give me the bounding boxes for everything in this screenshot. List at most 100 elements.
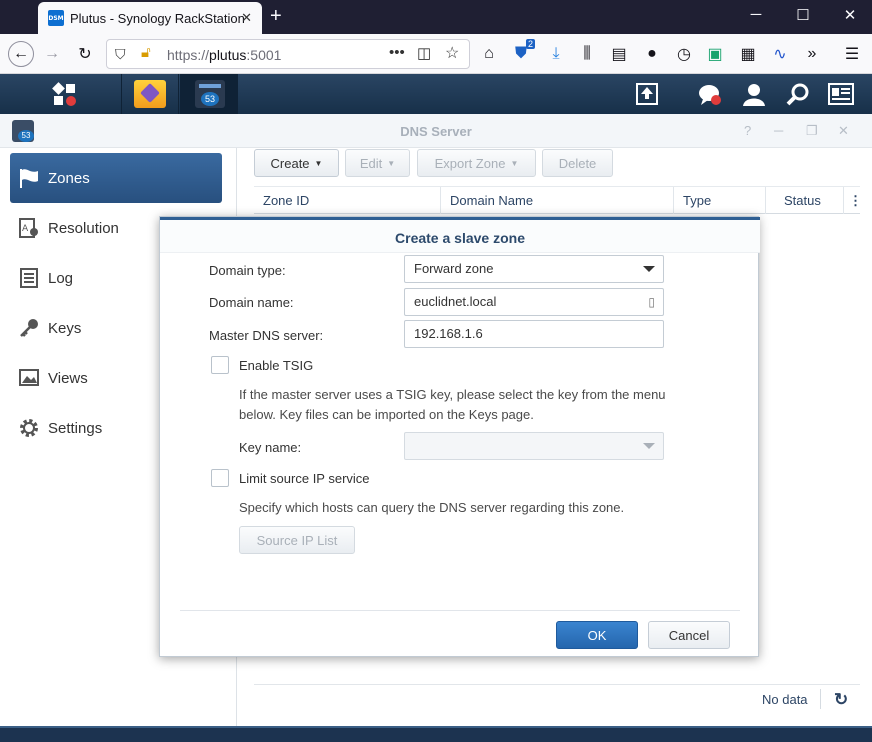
- edit-button-label: Edit: [359, 155, 383, 171]
- chat-notification-icon[interactable]: [697, 82, 723, 108]
- column-header-zone-id[interactable]: Zone ID: [254, 187, 441, 214]
- key-name-label: Key name:: [239, 440, 302, 455]
- badge-count: 2: [525, 39, 535, 49]
- domain-type-label: Domain type:: [209, 263, 286, 278]
- sidebar-item-zones[interactable]: Zones: [10, 153, 222, 203]
- monitor-extension-icon[interactable]: ∿: [768, 42, 792, 66]
- dialog-footer-divider: [180, 610, 740, 611]
- browser-tab-bar: DSM Plutus - Synology RackStation ✕ + ─ …: [0, 0, 872, 34]
- column-header-domain-name[interactable]: Domain Name: [441, 187, 674, 214]
- lock-warning-icon[interactable]: 🔓︎: [141, 44, 151, 61]
- master-dns-label: Master DNS server:: [209, 328, 324, 343]
- download-icon[interactable]: ⤓: [544, 42, 568, 66]
- user-icon[interactable]: [741, 82, 767, 108]
- minimize-window-icon[interactable]: ─: [744, 6, 768, 23]
- hamburger-menu-icon[interactable]: ☰: [840, 42, 864, 66]
- column-header-type[interactable]: Type: [674, 187, 766, 214]
- forward-icon[interactable]: →: [40, 42, 64, 66]
- form-fill-icon[interactable]: ▯: [648, 289, 655, 315]
- widgets-icon[interactable]: [828, 82, 854, 108]
- edit-button[interactable]: Edit ▼: [345, 149, 410, 177]
- reload-icon[interactable]: ↻: [73, 42, 97, 66]
- export-zone-button[interactable]: Export Zone ▼: [417, 149, 536, 177]
- history-icon[interactable]: ◷: [672, 42, 696, 66]
- overflow-menu-icon[interactable]: »: [800, 42, 824, 66]
- tab-title: Plutus - Synology RackStation: [70, 10, 245, 26]
- log-icon: [18, 267, 40, 289]
- column-menu-icon[interactable]: ⋮: [844, 187, 862, 214]
- footer-divider: [820, 689, 821, 709]
- window-minimize-icon[interactable]: ─: [774, 123, 783, 138]
- library-icon[interactable]: ⫼: [575, 42, 599, 66]
- create-button-label: Create: [270, 155, 310, 171]
- limit-source-ip-checkbox[interactable]: [211, 469, 229, 487]
- window-title-bar[interactable]: 53 DNS Server ? ─ ❐ ✕: [0, 114, 872, 148]
- domain-name-input[interactable]: euclidnet.local ▯: [404, 288, 664, 316]
- search-icon[interactable]: [785, 82, 811, 108]
- enable-tsig-checkbox[interactable]: [211, 356, 229, 374]
- sidebar-item-label: Settings: [48, 419, 103, 437]
- url-bar[interactable]: ⛉ 🔓︎ https://plutus:5001 ••• ◫ ☆: [106, 39, 470, 69]
- svg-text:A: A: [22, 224, 29, 234]
- account-icon[interactable]: ●: [640, 42, 664, 66]
- new-tab-icon[interactable]: +: [270, 5, 282, 27]
- close-window-icon[interactable]: ✕: [838, 6, 862, 24]
- resolution-icon: A: [18, 217, 40, 239]
- chevron-down-icon: ▼: [387, 158, 396, 168]
- flag-icon: [18, 167, 40, 189]
- zones-grid-header: Zone ID Domain Name Type Status ⋮: [254, 186, 862, 214]
- taskbar-app-dns-server[interactable]: 53: [180, 74, 238, 114]
- delete-button[interactable]: Delete: [542, 149, 613, 177]
- page-actions-icon[interactable]: •••: [389, 44, 405, 61]
- domain-name-value: euclidnet.local: [414, 294, 497, 309]
- extensions-icon[interactable]: ▦: [736, 42, 760, 66]
- bookmark-star-icon[interactable]: ☆: [445, 43, 459, 63]
- package-center-icon: [134, 80, 166, 108]
- column-header-status[interactable]: Status: [766, 187, 844, 214]
- reader-icon[interactable]: ▤: [607, 42, 631, 66]
- main-menu-icon: [52, 82, 78, 108]
- master-dns-value: 192.168.1.6: [414, 326, 483, 341]
- key-icon: [18, 317, 40, 339]
- window-title: DNS Server: [400, 124, 472, 139]
- source-ip-list-button[interactable]: Source IP List: [239, 526, 355, 554]
- browser-tab[interactable]: DSM Plutus - Synology RackStation ✕: [38, 2, 262, 34]
- ublock-icon[interactable]: ⛊ 2: [509, 39, 535, 66]
- no-data-text: No data: [762, 692, 808, 707]
- sidebar-item-label: Zones: [48, 169, 90, 187]
- limit-source-ip-label[interactable]: Limit source IP service: [239, 471, 370, 486]
- dropdown-arrow-icon: [643, 443, 655, 449]
- shield-icon[interactable]: ⛉: [115, 46, 126, 63]
- sidebar-item-label: Keys: [48, 319, 82, 337]
- sidebar-item-label: Resolution: [48, 219, 119, 237]
- domain-name-label: Domain name:: [209, 295, 294, 310]
- back-icon[interactable]: ←: [8, 41, 34, 67]
- refresh-icon[interactable]: ↻: [834, 690, 848, 710]
- ok-button[interactable]: OK: [556, 621, 638, 649]
- enable-tsig-label[interactable]: Enable TSIG: [239, 358, 313, 373]
- url-text: https://plutus:5001: [167, 47, 282, 63]
- window-bottom-border: [0, 726, 872, 742]
- dialog-title: Create a slave zone: [160, 217, 760, 253]
- domain-type-select[interactable]: Forward zone: [404, 255, 664, 283]
- pocket-icon[interactable]: ◫: [417, 44, 431, 62]
- create-button[interactable]: Create ▼: [254, 149, 339, 177]
- master-dns-input[interactable]: 192.168.1.6: [404, 320, 664, 348]
- window-restore-icon[interactable]: ❐: [806, 123, 818, 139]
- close-tab-icon[interactable]: ✕: [241, 10, 252, 26]
- maximize-window-icon[interactable]: ☐: [791, 6, 815, 24]
- dropdown-arrow-icon: [643, 266, 655, 272]
- save-extension-icon[interactable]: ▣: [703, 42, 727, 66]
- taskbar-app-package-center[interactable]: [121, 74, 179, 114]
- window-close-icon[interactable]: ✕: [838, 123, 849, 139]
- dns-server-app-icon: 53: [195, 80, 225, 108]
- export-zone-button-label: Export Zone: [434, 155, 506, 171]
- domain-type-value: Forward zone: [414, 261, 494, 276]
- upload-notification-icon[interactable]: [634, 82, 660, 108]
- main-menu-button[interactable]: [20, 74, 120, 114]
- cancel-button[interactable]: Cancel: [648, 621, 730, 649]
- gear-icon: [18, 417, 40, 439]
- home-icon[interactable]: ⌂: [477, 42, 501, 66]
- key-name-select[interactable]: [404, 432, 664, 460]
- help-icon[interactable]: ?: [744, 123, 751, 138]
